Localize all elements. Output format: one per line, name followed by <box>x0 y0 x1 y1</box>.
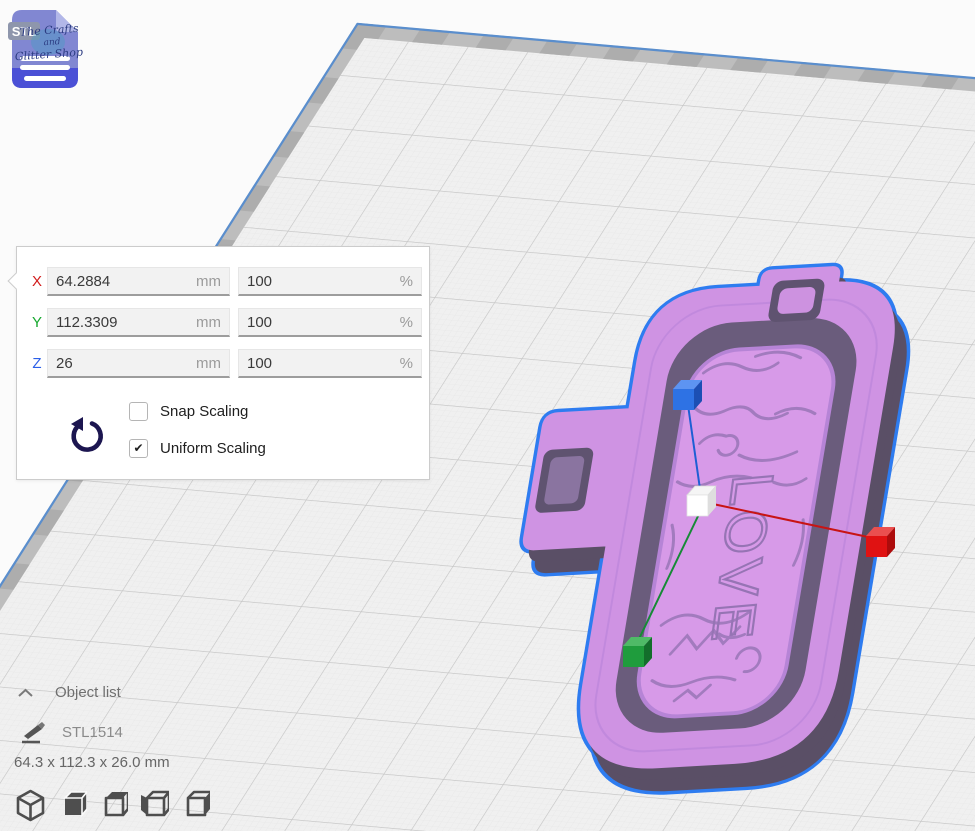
scale-row-x: X mm % <box>17 267 429 296</box>
app-logo: STL The Crafts and Glitter Shop <box>8 6 86 94</box>
x-size-unit: mm <box>196 273 221 290</box>
view-front-icon <box>56 789 87 822</box>
z-size-unit: mm <box>196 355 221 372</box>
x-size-field[interactable]: mm <box>47 267 230 296</box>
scale-tool-panel: X mm % Y mm % Z mm <box>16 246 430 480</box>
z-percent-unit: % <box>400 355 413 372</box>
z-size-input[interactable] <box>56 355 166 372</box>
view-3d-icon <box>15 789 46 822</box>
y-size-unit: mm <box>196 314 221 331</box>
object-list-title: Object list <box>55 684 121 701</box>
object-list-item[interactable]: STL1514 <box>20 720 123 744</box>
snap-scaling-checkbox[interactable] <box>129 402 148 421</box>
x-percent-input[interactable] <box>247 273 357 290</box>
y-percent-field[interactable]: % <box>238 308 422 337</box>
y-percent-unit: % <box>400 314 413 331</box>
axis-label-x: X <box>27 267 47 296</box>
snap-scaling-row: Snap Scaling <box>129 401 248 421</box>
scale-row-z: Z mm % <box>17 349 429 378</box>
view-left-icon <box>138 789 169 822</box>
axis-label-y: Y <box>27 308 47 337</box>
collapse-chevron-icon <box>18 688 33 698</box>
x-percent-unit: % <box>400 273 413 290</box>
uniform-scaling-row: ✔ Uniform Scaling <box>129 438 266 458</box>
x-percent-field[interactable]: % <box>238 267 422 296</box>
scale-handle-z[interactable] <box>673 380 702 410</box>
application-window: LOVE <box>0 0 975 831</box>
edit-pencil-icon <box>20 720 48 744</box>
reset-scale-icon <box>65 416 105 460</box>
model-dimensions-readout: 64.3 x 112.3 x 26.0 mm <box>14 754 170 771</box>
y-size-field[interactable]: mm <box>47 308 230 337</box>
scale-handle-x[interactable] <box>866 527 895 557</box>
object-list-header[interactable]: Object list <box>18 684 121 701</box>
view-front-button[interactable] <box>56 789 87 822</box>
uniform-scaling-label: Uniform Scaling <box>160 440 266 457</box>
view-left-button[interactable] <box>138 789 169 822</box>
snap-scaling-label: Snap Scaling <box>160 403 248 420</box>
view-3d-button[interactable] <box>15 789 46 822</box>
z-size-field[interactable]: mm <box>47 349 230 378</box>
view-right-button[interactable] <box>179 789 210 822</box>
scale-handle-y[interactable] <box>623 637 652 667</box>
view-top-icon <box>97 789 128 822</box>
scale-row-y: Y mm % <box>17 308 429 337</box>
y-size-input[interactable] <box>56 314 166 331</box>
checkmark-icon: ✔ <box>133 441 143 455</box>
x-size-input[interactable] <box>56 273 166 290</box>
view-top-button[interactable] <box>97 789 128 822</box>
uniform-scaling-checkbox[interactable]: ✔ <box>129 439 148 458</box>
y-percent-input[interactable] <box>247 314 357 331</box>
axis-label-z: Z <box>27 349 47 378</box>
object-list-item-name: STL1514 <box>62 724 123 741</box>
model-tab-slot-floor <box>776 287 816 315</box>
z-percent-field[interactable]: % <box>238 349 422 378</box>
scale-handle-center[interactable] <box>687 486 716 516</box>
reset-scale-button[interactable] <box>63 415 107 463</box>
z-percent-input[interactable] <box>247 355 357 372</box>
camera-view-toolbar <box>15 789 220 822</box>
view-right-icon <box>179 789 210 822</box>
